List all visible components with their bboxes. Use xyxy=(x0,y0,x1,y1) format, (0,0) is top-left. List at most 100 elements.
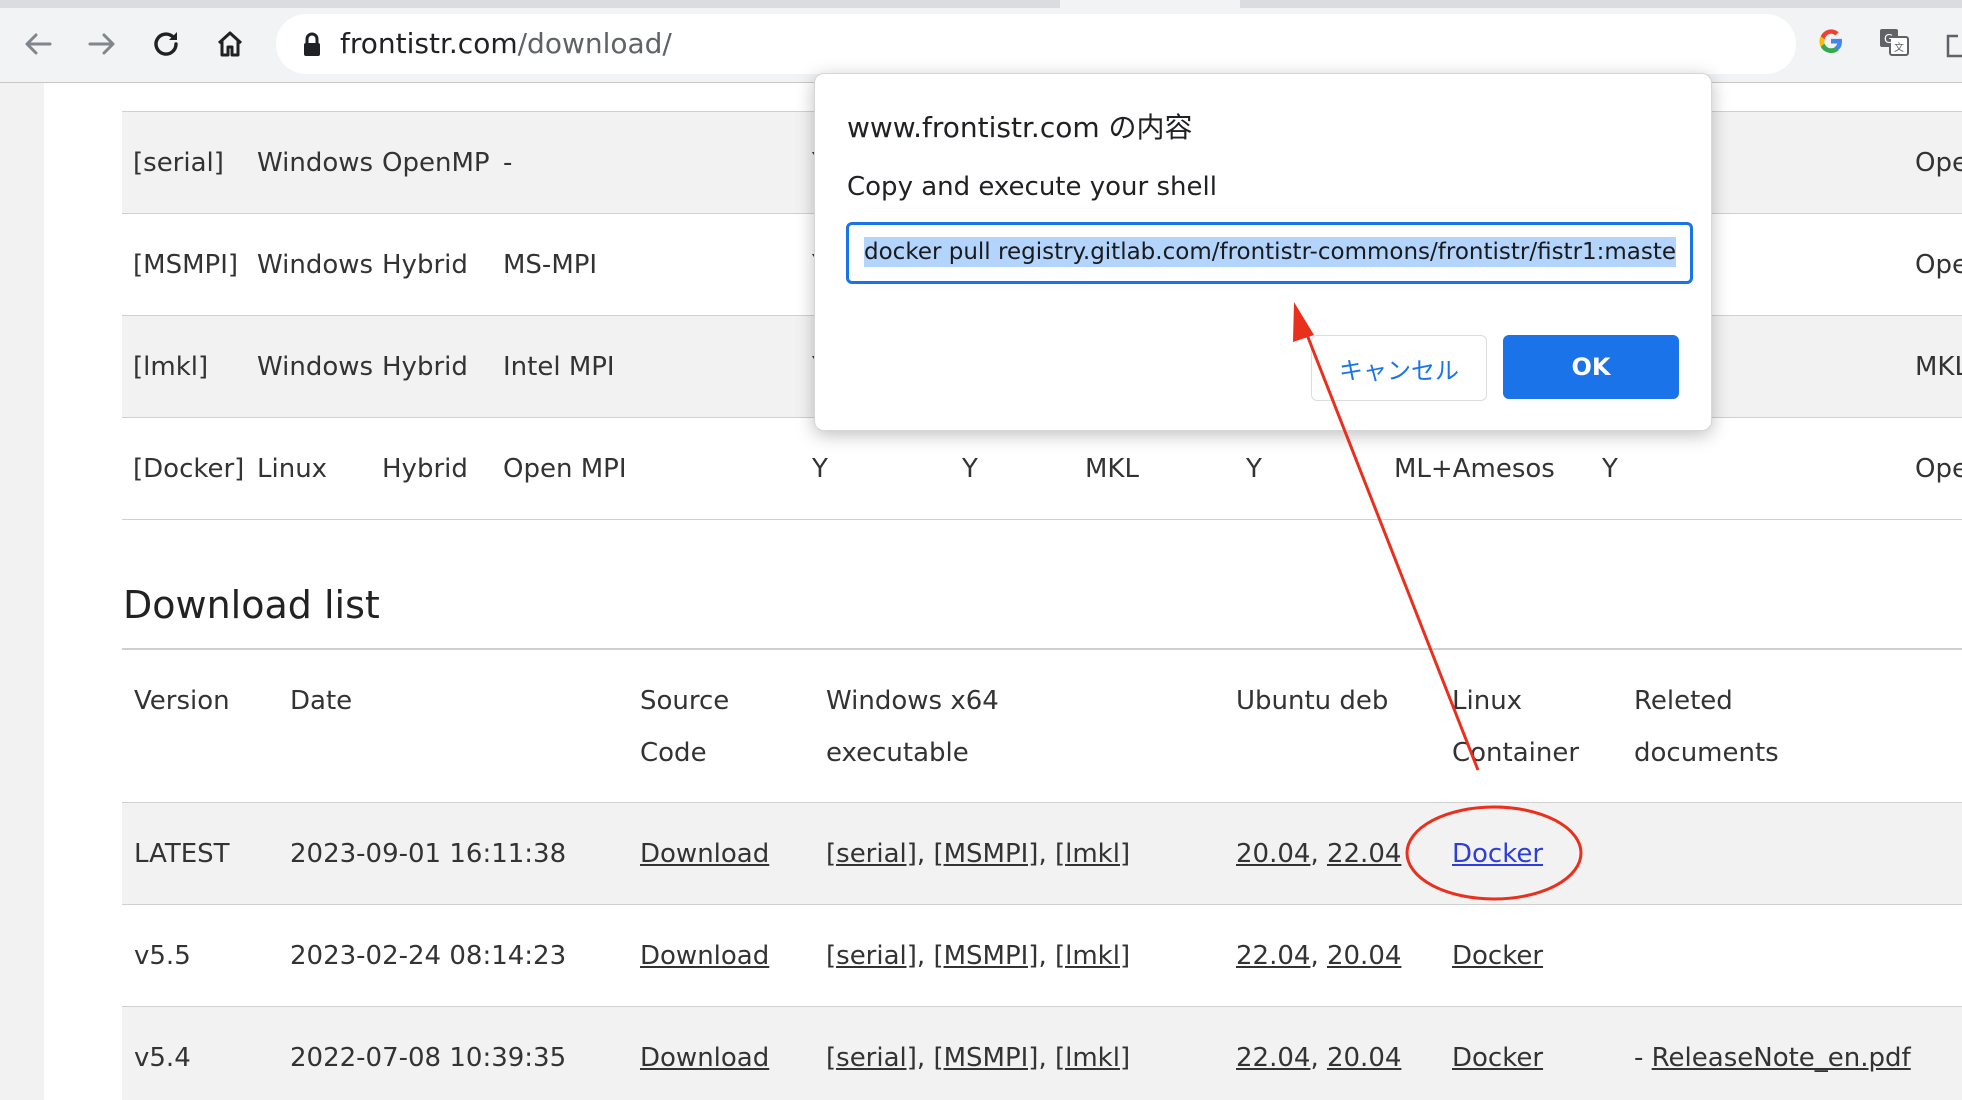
build-os: Linux xyxy=(257,454,328,484)
ubuntu-deb-link[interactable]: 22.04 xyxy=(1236,941,1310,971)
ubuntu-deb-link[interactable]: 20.04 xyxy=(1327,941,1401,971)
msmpi-link[interactable]: [MSMPI] xyxy=(933,1043,1038,1073)
build-parallel: Hybrid xyxy=(382,250,468,280)
serial-link[interactable]: [serial] xyxy=(826,941,917,971)
build-c11: OpenBLAS xyxy=(1915,454,1962,484)
build-name: [lmkl] xyxy=(133,352,209,382)
msmpi-link[interactable]: [MSMPI] xyxy=(933,941,1038,971)
lmkl-link[interactable]: [lmkl] xyxy=(1055,839,1130,869)
download-row: v5.4 2022-07-08 10:39:35 Download [seria… xyxy=(122,1006,1962,1100)
lock-icon xyxy=(304,32,320,56)
home-button[interactable] xyxy=(208,22,252,66)
build-mpi: Open MPI xyxy=(503,454,627,484)
dialog-text-input[interactable]: docker pull registry.gitlab.com/frontist… xyxy=(846,222,1693,284)
svg-text:G: G xyxy=(1884,32,1893,46)
build-c8: Y xyxy=(1246,454,1262,484)
version-cell: LATEST xyxy=(134,839,230,869)
svg-text:文: 文 xyxy=(1894,41,1904,54)
build-mpi: Intel MPI xyxy=(503,352,615,382)
header-windows-2: executable xyxy=(826,738,969,768)
url-host: frontistr.com xyxy=(340,27,518,60)
separator: , xyxy=(916,839,926,869)
serial-link[interactable]: [serial] xyxy=(826,1043,917,1073)
msmpi-link[interactable]: [MSMPI] xyxy=(933,839,1038,869)
build-c5: Y xyxy=(812,454,828,484)
reload-icon xyxy=(154,32,178,56)
source-download-link[interactable]: Download xyxy=(640,941,769,971)
cancel-button[interactable]: キャンセル xyxy=(1311,335,1487,401)
share-button[interactable] xyxy=(1946,26,1962,62)
reload-button[interactable] xyxy=(144,22,188,66)
build-os: Windows xyxy=(257,250,374,280)
download-row: LATEST 2023-09-01 16:11:38 Download [ser… xyxy=(122,802,1962,904)
document-link[interactable]: ReleaseNote_en.pdf xyxy=(1652,1043,1911,1073)
source-download-link[interactable]: Download xyxy=(640,1043,769,1073)
build-parallel: OpenMP xyxy=(382,148,490,178)
header-date: Date xyxy=(290,686,353,716)
translate-button[interactable]: G文 xyxy=(1878,26,1910,62)
build-c7: MKL xyxy=(1085,454,1139,484)
separator: , xyxy=(1038,941,1047,971)
home-icon xyxy=(217,31,243,57)
tab-strip xyxy=(0,0,1060,8)
header-related-2: documents xyxy=(1634,738,1779,768)
address-bar[interactable]: frontistr.com/download/ xyxy=(276,14,1796,74)
version-cell: v5.4 xyxy=(134,1043,191,1073)
header-source-2: Code xyxy=(640,738,707,768)
ok-button[interactable]: OK xyxy=(1503,335,1679,399)
forward-button[interactable] xyxy=(80,22,124,66)
ubuntu-deb-link[interactable]: 20.04 xyxy=(1236,839,1310,869)
separator: , xyxy=(1038,1043,1047,1073)
ubuntu-deb-link[interactable]: 20.04 xyxy=(1327,1043,1401,1073)
dialog-title: www.frontistr.com の内容 xyxy=(847,111,1193,144)
ubuntu-deb-link[interactable]: 22.04 xyxy=(1236,1043,1310,1073)
docker-link[interactable]: Docker xyxy=(1452,1043,1543,1073)
header-windows: Windows x64 xyxy=(826,686,999,716)
lmkl-link[interactable]: [lmkl] xyxy=(1055,1043,1130,1073)
separator: , xyxy=(1310,941,1319,971)
build-c10: Y xyxy=(1602,454,1618,484)
arrow-right-icon xyxy=(88,33,115,55)
date-cell: 2022-07-08 10:39:35 xyxy=(290,1043,567,1073)
build-mpi: MS-MPI xyxy=(503,250,598,280)
download-list-heading: Download list xyxy=(123,583,380,627)
back-button[interactable] xyxy=(16,22,60,66)
header-linux-2: Container xyxy=(1452,738,1580,768)
windows-links: [serial], [MSMPI], [lmkl] xyxy=(826,839,1130,869)
translate-icon: G文 xyxy=(1880,29,1909,56)
date-cell: 2023-02-24 08:14:23 xyxy=(290,941,567,971)
build-mpi: - xyxy=(503,148,513,178)
document-cell: - ReleaseNote_en.pdf xyxy=(1634,1043,1911,1073)
docker-link[interactable]: Docker xyxy=(1452,839,1543,869)
build-table-row: [Docker] Linux Hybrid Open MPI Y Y MKL Y… xyxy=(122,417,1962,520)
header-source: Source xyxy=(640,686,730,716)
google-button[interactable] xyxy=(1816,26,1846,60)
prompt-dialog: www.frontistr.com の内容 Copy and execute y… xyxy=(814,73,1712,431)
url-path: /download/ xyxy=(517,27,672,60)
date-cell: 2023-09-01 16:11:38 xyxy=(290,839,567,869)
arrow-left-icon xyxy=(25,33,52,55)
windows-links: [serial], [MSMPI], [lmkl] xyxy=(826,941,1130,971)
separator: , xyxy=(1038,839,1047,869)
docker-link[interactable]: Docker xyxy=(1452,941,1543,971)
ubuntu-links: 22.04, 20.04 xyxy=(1236,941,1401,971)
ubuntu-links: 22.04, 20.04 xyxy=(1236,1043,1401,1073)
source-download-link[interactable]: Download xyxy=(640,839,769,869)
browser-toolbar: frontistr.com/download/ G文 xyxy=(0,0,1962,83)
build-name: [MSMPI] xyxy=(133,250,239,280)
separator: , xyxy=(1310,1043,1319,1073)
separator: , xyxy=(1310,839,1319,869)
build-name: [Docker] xyxy=(133,454,245,484)
build-name: [serial] xyxy=(133,148,224,178)
windows-links: [serial], [MSMPI], [lmkl] xyxy=(826,1043,1130,1073)
download-row: v5.5 2023-02-24 08:14:23 Download [seria… xyxy=(122,904,1962,1006)
dialog-input-value: docker pull registry.gitlab.com/frontist… xyxy=(864,237,1677,267)
header-ubuntu: Ubuntu deb xyxy=(1236,686,1389,716)
lmkl-link[interactable]: [lmkl] xyxy=(1055,941,1130,971)
header-version: Version xyxy=(134,686,230,716)
separator: , xyxy=(916,941,926,971)
build-c9: ML+Amesos xyxy=(1394,454,1555,484)
build-c11: MKL xyxy=(1915,352,1962,382)
serial-link[interactable]: [serial] xyxy=(826,839,917,869)
ubuntu-deb-link[interactable]: 22.04 xyxy=(1327,839,1401,869)
